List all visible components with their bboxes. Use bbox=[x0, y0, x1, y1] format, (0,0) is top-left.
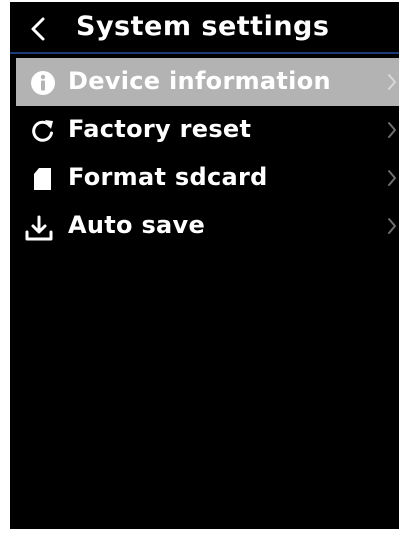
info-icon bbox=[30, 70, 56, 96]
download-icon bbox=[24, 214, 53, 241]
menu-item-label: Device information bbox=[68, 67, 331, 95]
menu-item-factory-reset[interactable]: Factory reset bbox=[10, 106, 399, 154]
chevron-right-icon bbox=[386, 216, 398, 236]
chevron-right-icon bbox=[386, 168, 398, 188]
chevron-left-icon bbox=[31, 17, 45, 41]
menu-item-label: Format sdcard bbox=[68, 163, 268, 191]
refresh-icon bbox=[30, 118, 56, 144]
chevron-right-icon bbox=[386, 72, 398, 92]
menu-item-format-sdcard[interactable]: Format sdcard bbox=[10, 154, 399, 202]
menu-item-auto-save[interactable]: Auto save bbox=[10, 202, 399, 250]
back-button[interactable] bbox=[26, 16, 52, 42]
sdcard-icon bbox=[30, 166, 56, 192]
device-screen: System settings Device information Facto… bbox=[10, 2, 399, 529]
menu-item-label: Auto save bbox=[68, 211, 206, 239]
menu-item-label: Factory reset bbox=[68, 115, 252, 143]
header-bar: System settings bbox=[10, 2, 399, 54]
menu-item-device-information[interactable]: Device information bbox=[16, 58, 399, 106]
chevron-right-icon bbox=[386, 120, 398, 140]
settings-menu: Device information Factory reset Format … bbox=[10, 58, 399, 250]
page-title: System settings bbox=[76, 11, 330, 42]
